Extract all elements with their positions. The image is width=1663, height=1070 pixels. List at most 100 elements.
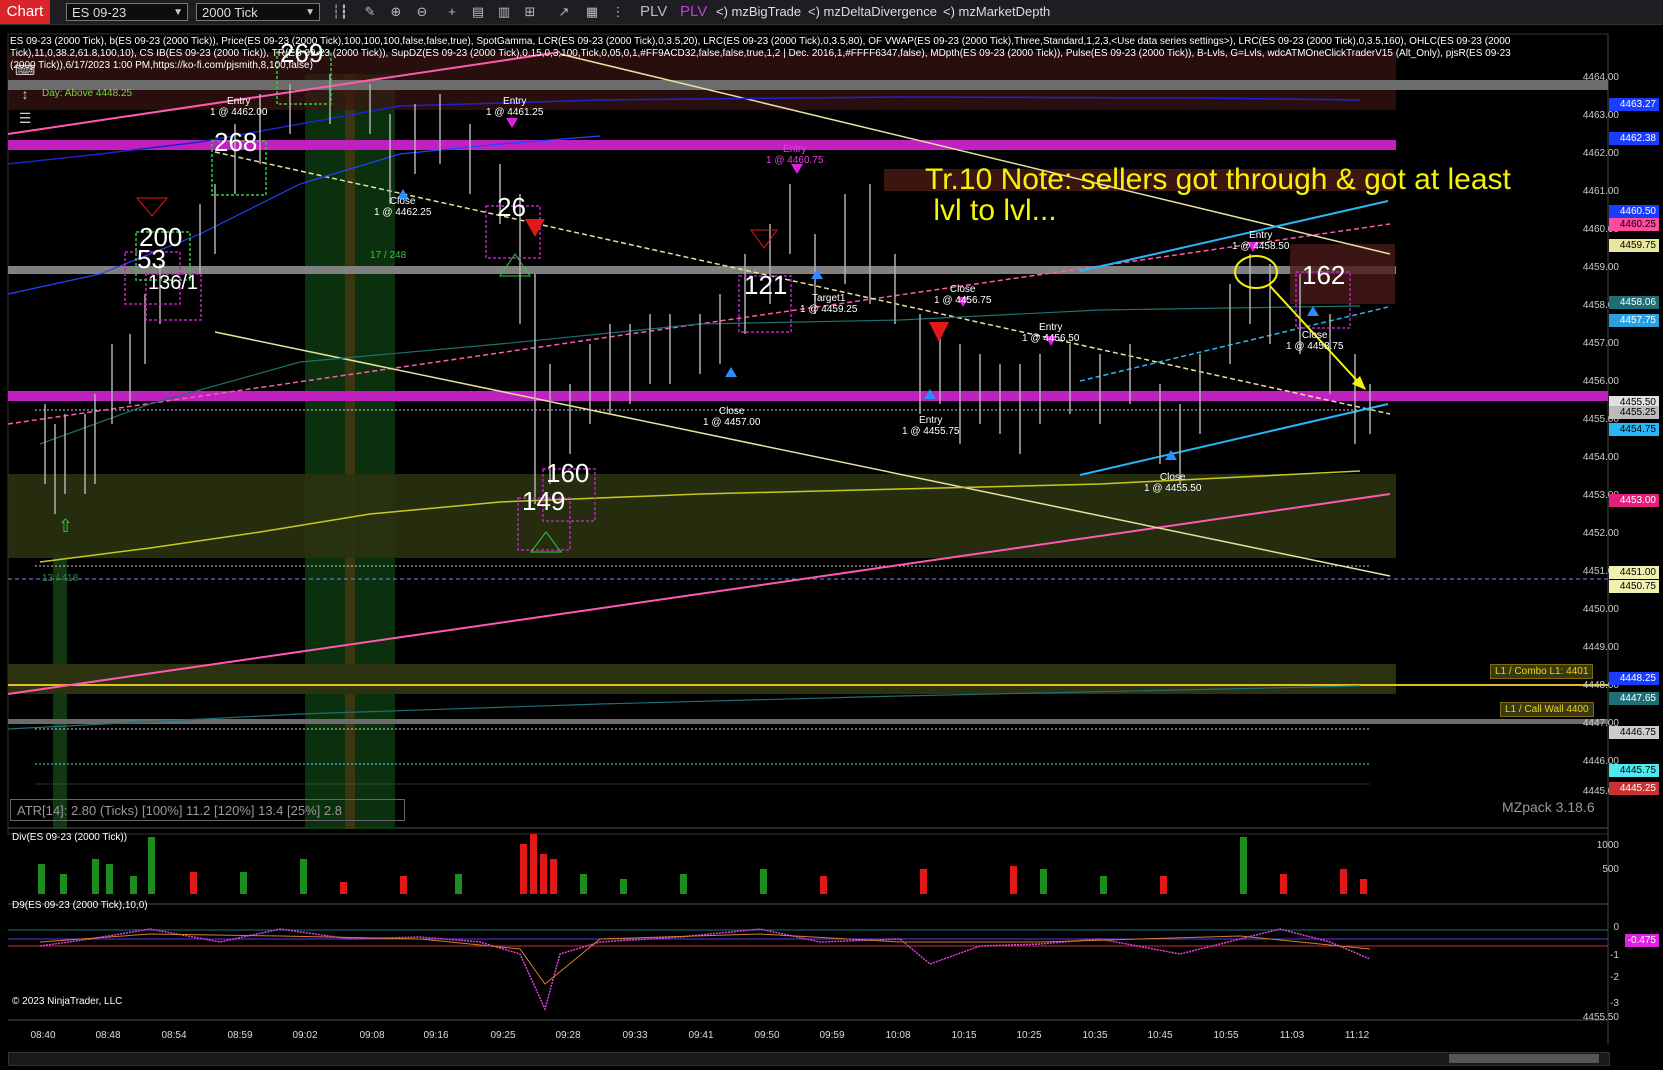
time-axis-label: 10:15: [951, 1030, 977, 1041]
div-axis-label: 1000: [1596, 840, 1619, 851]
time-axis-label: 10:08: [885, 1030, 911, 1041]
time-axis-label: 09:33: [622, 1030, 648, 1041]
delta-number: 136/1: [148, 272, 199, 294]
menu-icon[interactable]: ☰: [10, 106, 40, 130]
indicators-icon[interactable]: ▥: [494, 3, 514, 21]
trade-label: Entry 1 @ 4462.00: [210, 96, 268, 118]
gray-band: [8, 719, 1608, 724]
trade-label: Entry 1 @ 4458.50: [1232, 230, 1290, 252]
trade-label: Close 1 @ 4455.50: [1144, 472, 1202, 494]
price-tag: 4446.75: [1609, 726, 1659, 739]
price-axis-label: 4454.00: [1582, 452, 1619, 463]
vertical-scale-icon[interactable]: ↕: [10, 82, 40, 106]
delta-number: 121: [744, 270, 788, 300]
time-axis-label: 10:35: [1082, 1030, 1108, 1041]
mzdeltadivergence-button[interactable]: <) mzDeltaDivergence: [808, 0, 937, 24]
price-tag: 4447.65: [1609, 692, 1659, 705]
price-tag: 4451.00: [1609, 566, 1659, 579]
time-axis-label: 08:48: [95, 1030, 121, 1041]
scrollbar-thumb[interactable]: [1449, 1054, 1599, 1063]
mzpack-version: MZpack 3.18.6: [1502, 799, 1595, 815]
time-axis-label: 08:59: [227, 1030, 253, 1041]
trade-label: Entry 1 @ 4460.75: [766, 144, 824, 166]
up-arrow-icon: ⇧: [58, 516, 73, 536]
templates-icon[interactable]: ⋮: [608, 3, 628, 21]
delta-number: 149: [522, 486, 566, 516]
price-axis-label: 4449.00: [1582, 642, 1619, 653]
mzmarketdepth-button[interactable]: <) mzMarketDepth: [943, 0, 1050, 24]
price-axis-label: 4464.00: [1582, 72, 1619, 83]
price-axis-label: 4461.00: [1582, 186, 1619, 197]
price-tag: 4457.75: [1609, 314, 1659, 327]
zoom-in-icon[interactable]: ⊕: [386, 3, 406, 21]
ratio-label: 13 / 418: [42, 573, 79, 584]
price-tag: 4460.50: [1609, 205, 1659, 218]
call-wall-label: L1 / Call Wall 4400: [1500, 702, 1594, 717]
price-axis-label: 4459.00: [1582, 262, 1619, 273]
time-axis-label: 09:28: [555, 1030, 581, 1041]
bar-type-value: 2000 Tick: [202, 5, 258, 20]
d9-value-tag: -0.475: [1624, 934, 1659, 947]
time-axis-label: 10:25: [1016, 1030, 1042, 1041]
price-tag: 4448.25: [1609, 672, 1659, 685]
div-axis-label: 500: [1602, 864, 1619, 875]
price-axis-label: 4456.00: [1582, 376, 1619, 387]
note-line-2: lvl to lvl...: [925, 194, 1057, 227]
price-axis-label: 4457.00: [1582, 338, 1619, 349]
chevron-down-icon: ▼: [305, 7, 315, 18]
price-tag: 4454.75: [1609, 423, 1659, 436]
copyright-notice: © 2023 NinjaTrader, LLC: [12, 996, 123, 1007]
zoom-out-icon[interactable]: ⊖: [412, 3, 432, 21]
chart-tab[interactable]: Chart: [0, 0, 50, 24]
price-axis-label: 4450.00: [1582, 604, 1619, 615]
trade-note: Tr.10 Note: sellers got through & got at…: [925, 164, 1511, 226]
price-tag: 4453.00: [1609, 494, 1659, 507]
d9-axis-label: -3: [1610, 998, 1619, 1009]
sell-signal-icon: [525, 219, 545, 237]
mzbigtrade-button[interactable]: <) mzBigTrade: [716, 0, 801, 24]
delta-number: 53: [137, 244, 166, 274]
data-box-icon[interactable]: ▦: [582, 3, 602, 21]
price-tag: 4463.27: [1609, 98, 1659, 111]
chart-trader-icon[interactable]: ↗: [554, 3, 574, 21]
trade-up-arrow-icon: [725, 367, 737, 377]
trade-label: Close 1 @ 4456.75: [934, 284, 992, 306]
note-line-1: Tr.10 Note: sellers got through & got at…: [925, 163, 1511, 196]
time-axis-label: 11:03: [1279, 1030, 1305, 1041]
draw-pencil-icon[interactable]: ✎: [360, 3, 380, 21]
delta-number: 162: [1302, 260, 1346, 290]
delta-number: 26: [497, 192, 526, 222]
crosshair-icon[interactable]: +: [442, 3, 462, 21]
plv-button-1[interactable]: PLV: [640, 0, 667, 24]
plv-button-2[interactable]: PLV: [680, 0, 707, 24]
trade-label: Entry 1 @ 4456.50: [1022, 322, 1080, 344]
strategies-icon[interactable]: ⊞: [520, 3, 540, 21]
time-axis-label: 09:41: [688, 1030, 714, 1041]
delta-number: 268: [214, 127, 258, 157]
chart-toolbar: Chart ES 09-23 ▼ 2000 Tick ▼ ┆┇ ✎ ⊕ ⊖ + ▤ …: [0, 0, 1663, 25]
ratio-label: 17 / 248: [370, 250, 407, 261]
bar-type-selector[interactable]: 2000 Tick ▼: [196, 3, 320, 21]
properties-icon[interactable]: ▤: [468, 3, 488, 21]
magenta-band: [8, 391, 1608, 401]
instrument-selector[interactable]: ES 09-23 ▼: [66, 3, 188, 21]
sell-signal-icon: [929, 322, 949, 342]
d9-plot: [8, 928, 1608, 1012]
d9-panel-title: D9(ES 09-23 (2000 Tick),10,0): [12, 900, 148, 911]
bar-style-icon[interactable]: ┆┇: [330, 3, 350, 21]
top-gray-band: [8, 80, 1608, 90]
sell-signal-outline-icon: [750, 229, 778, 249]
time-axis-label: 08:54: [161, 1030, 187, 1041]
time-axis-label: 10:55: [1213, 1030, 1239, 1041]
trade-up-arrow-icon: [1307, 306, 1319, 316]
trade-label: Target1 1 @ 4459.25: [800, 293, 858, 315]
time-axis-label: 09:08: [359, 1030, 385, 1041]
price-axis-label: 4463.00: [1582, 110, 1619, 121]
horizontal-scrollbar[interactable]: [8, 1052, 1610, 1066]
time-axis-label: 09:50: [754, 1030, 780, 1041]
trade-label: Close 1 @ 4458.75: [1286, 330, 1344, 352]
combo-level-label: L1 / Combo L1: 4401: [1490, 664, 1594, 679]
div-bars: [38, 834, 1367, 894]
price-axis-label: 4452.00: [1582, 528, 1619, 539]
session-shade: [345, 74, 355, 829]
